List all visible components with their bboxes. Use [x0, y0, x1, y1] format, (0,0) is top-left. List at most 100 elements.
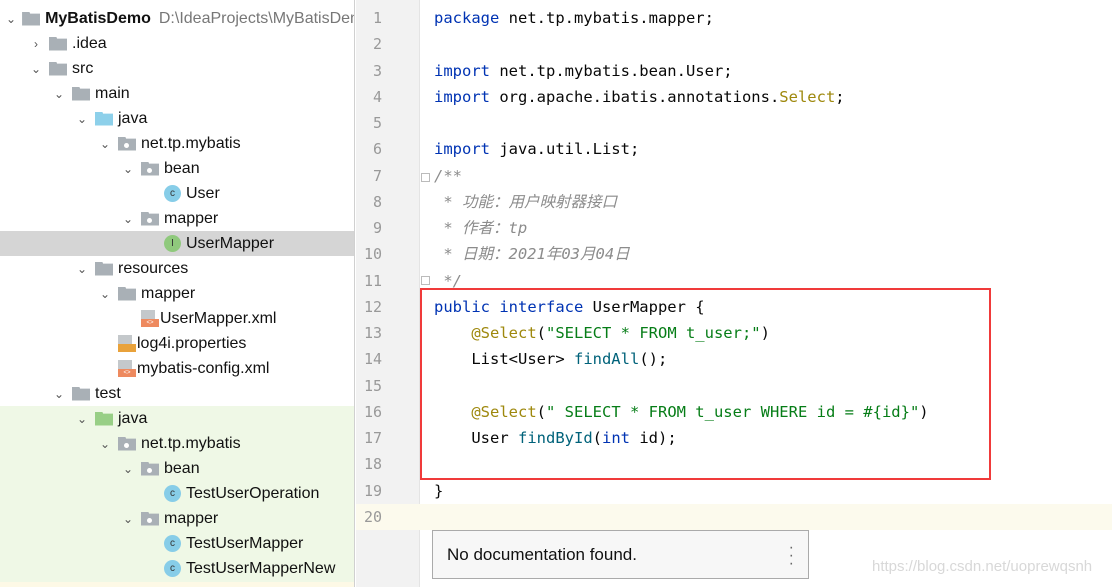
tree-item[interactable]: ⌄ java	[0, 406, 354, 431]
chevron-down-icon[interactable]: ⌄	[98, 437, 112, 451]
tree-item[interactable]: ⌄ mapper	[0, 281, 354, 306]
line-number: 1	[372, 9, 382, 27]
line-number: 14	[363, 350, 382, 369]
line-number: 16	[363, 402, 382, 421]
line-number: 18	[363, 455, 382, 474]
test-folder-icon	[95, 411, 113, 426]
code-token: net.tp.mybatis.mapper;	[508, 9, 714, 27]
tree-item-label: java	[118, 109, 148, 127]
tree-item[interactable]: ⌄ net.tp.mybatis	[0, 431, 354, 456]
tree-item-label: src	[72, 59, 94, 77]
code-line[interactable]: * 日期：2021年03月04日	[434, 241, 630, 267]
tree-item[interactable]: c TestUserMapperNew	[0, 556, 354, 581]
tree-item[interactable]: <> mybatis-config.xml	[0, 356, 354, 381]
tree-item[interactable]: c TestUserMapper	[0, 531, 354, 556]
xml-file-icon: <>	[141, 310, 159, 327]
tree-item[interactable]: ⌄ resources	[0, 256, 354, 281]
tree-item-label: bean	[164, 459, 200, 477]
tree-item[interactable]: ⌄ mapper	[0, 506, 354, 531]
more-vertical-icon[interactable]: · · ·	[789, 540, 794, 572]
tree-item[interactable]: ⌄ mapper	[0, 206, 354, 231]
tree-item-label: net.tp.mybatis	[141, 134, 241, 152]
code-line[interactable]: }	[434, 478, 443, 504]
code-line[interactable]: import java.util.List;	[434, 136, 639, 162]
code-token: * 日期：2021年03月04日	[434, 245, 630, 264]
tree-item-label: UserMapper	[186, 234, 275, 252]
tree-item[interactable]: log4i.properties	[0, 331, 354, 356]
chevron-down-icon[interactable]: ⌄	[29, 62, 43, 76]
tree-item[interactable]: ⌄ test	[0, 381, 354, 406]
chevron-down-icon[interactable]: ⌄	[121, 512, 135, 526]
line-number: 7	[372, 166, 382, 185]
tree-item-label: mapper	[164, 209, 219, 227]
line-number: 13	[363, 324, 382, 343]
chevron-down-icon[interactable]: ⌄	[121, 212, 135, 226]
test-class-icon: c	[164, 535, 181, 552]
folder-icon	[49, 61, 67, 76]
tree-item[interactable]: <> UserMapper.xml	[0, 306, 354, 331]
tree-item[interactable]: ⌄ bean	[0, 456, 354, 481]
chevron-down-icon[interactable]: ⌄	[52, 87, 66, 101]
code-token: ;	[835, 87, 845, 106]
tree-item[interactable]: › .idea	[0, 31, 354, 56]
documentation-popup: No documentation found. · · ·	[432, 530, 809, 579]
interface-icon: I	[164, 235, 181, 252]
tree-item[interactable]: ⌄ net.tp.mybatis	[0, 131, 354, 156]
tree-item-label: MyBatisDemo	[45, 9, 151, 27]
chevron-down-icon[interactable]: ⌄	[75, 412, 89, 426]
code-token: import	[434, 61, 500, 80]
code-token: * 作者：tp	[434, 219, 528, 238]
tree-item[interactable]: ⌄ main	[0, 81, 354, 106]
code-token: }	[434, 481, 444, 500]
code-line[interactable]: /**	[434, 163, 462, 189]
code-line[interactable]: * 功能：用户映射器接口	[434, 189, 617, 215]
package-icon	[118, 436, 136, 451]
tree-item-label: UserMapper.xml	[160, 309, 277, 327]
chevron-down-icon[interactable]: ⌄	[121, 162, 135, 176]
code-token: package	[434, 9, 509, 27]
line-number: 2	[372, 35, 382, 54]
tree-item-label: User	[186, 184, 220, 202]
tree-item-label: net.tp.mybatis	[141, 434, 241, 452]
code-token: /**	[434, 166, 462, 185]
xml-file-icon: <>	[118, 360, 136, 377]
package-icon	[118, 136, 136, 151]
tree-item[interactable]: c TestUserOperation	[0, 481, 354, 506]
watermark: https://blog.csdn.net/uoprewqsnh	[872, 558, 1093, 575]
line-number: 11	[363, 271, 382, 290]
chevron-down-icon[interactable]: ⌄	[98, 287, 112, 301]
chevron-down-icon[interactable]: ⌄	[75, 262, 89, 276]
tree-item-label: resources	[118, 259, 189, 277]
line-number: 5	[372, 114, 382, 133]
chevron-down-icon[interactable]: ⌄	[6, 12, 16, 26]
chevron-down-icon[interactable]: ⌄	[52, 387, 66, 401]
code-line[interactable]: * 作者：tp	[434, 215, 527, 241]
chevron-down-icon[interactable]: ⌄	[121, 462, 135, 476]
tree-item[interactable]: ⌄ java	[0, 106, 354, 131]
tree-item[interactable]: I UserMapper	[0, 231, 354, 256]
chevron-right-icon[interactable]: ›	[29, 37, 43, 51]
tree-item[interactable]: ⌄ bean	[0, 156, 354, 181]
chevron-down-icon[interactable]: ⌄	[75, 112, 89, 126]
fold-icon[interactable]	[421, 173, 430, 182]
line-number: 10	[363, 245, 382, 264]
chevron-down-icon[interactable]: ⌄	[98, 137, 112, 151]
popup-text: No documentation found.	[447, 544, 637, 564]
tree-item-label: mybatis-config.xml	[137, 359, 270, 377]
code-line[interactable]: import net.tp.mybatis.bean.User;	[434, 58, 733, 84]
tree-item-label: mapper	[164, 509, 219, 527]
fold-icon[interactable]	[421, 276, 430, 285]
test-class-icon: c	[164, 560, 181, 577]
code-token: import	[434, 140, 500, 159]
code-line[interactable]: package net.tp.mybatis.mapper;	[434, 5, 714, 31]
line-number: 15	[363, 376, 382, 395]
properties-file-icon	[118, 335, 136, 352]
line-number: 6	[372, 140, 382, 159]
tree-item-label: log4i.properties	[137, 334, 247, 352]
tree-item[interactable]: c User	[0, 181, 354, 206]
tree-item[interactable]: ⌄ MyBatisDemo D:\IdeaProjects\MyBatisDemo	[0, 6, 354, 31]
tree-item[interactable]: ⌄ src	[0, 56, 354, 81]
line-number: 12	[363, 297, 382, 316]
code-line[interactable]: import org.apache.ibatis.annotations.Sel…	[434, 84, 845, 110]
line-number: 20	[363, 507, 382, 526]
